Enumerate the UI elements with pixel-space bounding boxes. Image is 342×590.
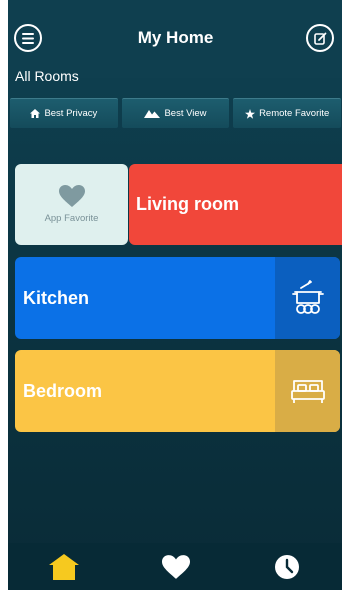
edit-icon xyxy=(313,32,326,45)
filter-best-view[interactable]: Best View xyxy=(121,98,230,128)
room-card-living-room[interactable]: Living room xyxy=(129,164,342,245)
filter-label: Best Privacy xyxy=(44,108,98,119)
home-icon xyxy=(48,553,79,580)
section-label: All Rooms xyxy=(15,68,79,84)
filter-bar: Best Privacy Best View Remote Favorite xyxy=(8,96,342,130)
heart-icon xyxy=(161,554,190,579)
filter-remote-favorite[interactable]: Remote Favorite xyxy=(233,98,342,128)
page-title: My Home xyxy=(137,28,214,47)
tab-history[interactable] xyxy=(231,543,342,590)
tab-home[interactable] xyxy=(8,543,120,590)
room-name: Bedroom xyxy=(23,380,103,401)
room-card-kitchen[interactable]: Kitchen xyxy=(15,257,340,339)
tab-favorites[interactable] xyxy=(120,543,232,590)
clock-icon xyxy=(275,554,300,579)
top-bar: My Home All Rooms xyxy=(8,0,342,84)
edit-button[interactable] xyxy=(306,24,334,52)
room-card-bedroom[interactable]: Bedroom xyxy=(15,350,340,432)
app-favorite-card[interactable]: App Favorite xyxy=(15,164,128,245)
app-favorite-label: App Favorite xyxy=(44,213,99,224)
filter-label: Best View xyxy=(164,108,207,119)
heart-icon xyxy=(58,185,85,207)
bed-icon xyxy=(290,380,325,403)
cooking-pot-icon xyxy=(291,280,324,314)
filter-best-privacy[interactable]: Best Privacy xyxy=(10,98,118,128)
filter-label: Remote Favorite xyxy=(259,108,330,119)
star-icon xyxy=(245,108,256,119)
room-icon-box xyxy=(275,257,340,339)
mountain-icon xyxy=(144,110,161,118)
app-screen: My Home All Rooms Best Privacy Best View xyxy=(8,0,342,590)
room-name: Kitchen xyxy=(23,287,90,308)
room-name: Living room xyxy=(136,194,239,214)
bottom-tab-bar xyxy=(8,543,342,590)
room-icon-box xyxy=(275,350,340,432)
home-icon xyxy=(30,109,41,118)
